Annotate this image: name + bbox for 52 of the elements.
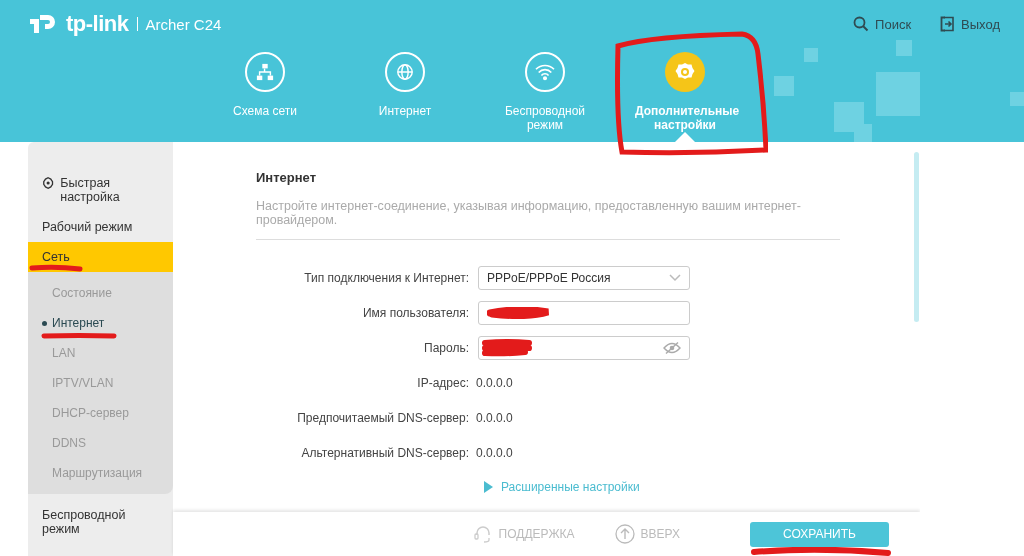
headset-icon xyxy=(472,524,493,544)
nav-tab[interactable]: Интернет xyxy=(335,52,475,142)
field-value: 0.0.0.0 xyxy=(476,375,513,390)
brand-name: tp-link xyxy=(66,11,129,37)
advanced-settings-link[interactable]: Расширенные настройки xyxy=(484,480,840,494)
submenu-item[interactable]: LAN xyxy=(28,338,173,368)
sidebar-item[interactable]: Сеть xyxy=(28,242,173,272)
sidebar-item[interactable]: Рабочий режим xyxy=(28,212,173,242)
field-value: 0.0.0.0 xyxy=(476,410,513,425)
field-label: Пароль: xyxy=(423,340,469,355)
password-field[interactable] xyxy=(478,335,690,360)
support-button[interactable]: ПОДДЕРЖКА xyxy=(472,524,575,544)
field-label: Альтернативный DNS-сервер: xyxy=(300,445,469,460)
wifi-icon xyxy=(525,52,565,92)
username-field[interactable] xyxy=(478,300,690,325)
logout-icon xyxy=(939,16,956,32)
submenu-item[interactable]: IPTV/VLAN xyxy=(28,368,173,398)
model-name: Archer C24 xyxy=(145,15,222,33)
search-icon xyxy=(853,16,870,32)
submenu-item[interactable]: Интернет xyxy=(28,308,173,338)
triangle-icon xyxy=(484,481,493,493)
nav-tab[interactable]: Беспроводной режим xyxy=(475,52,615,142)
sidebar-item[interactable]: Быстрая настройка xyxy=(28,168,173,212)
field-label: IP-адрес: xyxy=(416,375,469,390)
gear-icon xyxy=(42,176,55,190)
redaction-scribble xyxy=(481,338,533,357)
globe-icon xyxy=(385,52,425,92)
section-description: Настройте интернет-соединение, указывая информацию, предоставленную вашим интернет-провайдером. xyxy=(256,199,840,240)
back-to-top-button[interactable]: ВВЕРХ xyxy=(614,524,680,544)
field-label: Предпочитаемый DNS-сервер: xyxy=(296,410,469,425)
bullet-icon xyxy=(42,320,47,326)
field-value: 0.0.0.0 xyxy=(476,445,513,460)
scrollbar[interactable] xyxy=(914,152,919,322)
submenu-item[interactable]: Маршрутизация xyxy=(28,458,173,488)
search-link[interactable]: Поиск xyxy=(853,16,912,32)
submenu-item[interactable]: DDNS xyxy=(28,428,173,458)
logo-icon xyxy=(28,13,58,35)
submenu-item[interactable]: DHCP-сервер xyxy=(28,398,173,428)
annotation-underline xyxy=(28,263,84,273)
network-icon xyxy=(245,52,285,92)
sidebar-item[interactable]: Беспроводной режим xyxy=(28,500,173,544)
submenu-item[interactable]: Состояние xyxy=(28,278,173,308)
logout-link[interactable]: Выход xyxy=(939,16,1000,32)
field-label: Тип подключения к Интернет: xyxy=(303,270,469,285)
connection-type-dropdown[interactable]: PPPoE/PPPoE Россия xyxy=(478,265,690,290)
save-button[interactable]: СОХРАНИТЬ xyxy=(750,521,889,547)
nav-tab[interactable]: Схема сети xyxy=(195,52,335,142)
field-label: Имя пользователя: xyxy=(361,305,469,320)
section-title: Интернет xyxy=(256,170,317,185)
gear-icon xyxy=(665,52,705,92)
chevron-icon xyxy=(669,273,681,282)
redaction-scribble xyxy=(487,306,551,319)
